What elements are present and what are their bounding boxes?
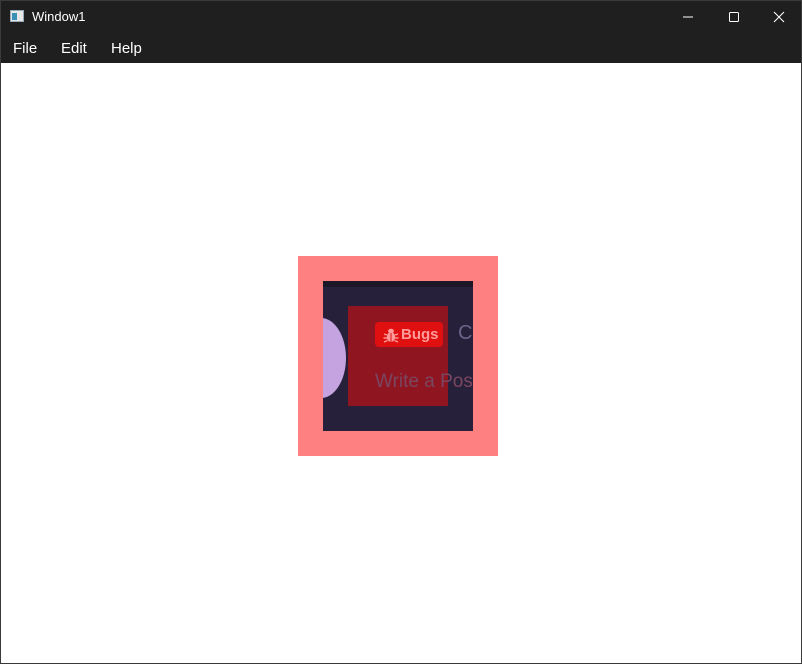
clipped-heading-text: C [458, 322, 473, 344]
post-card-viewport: Bugs C Write a Pos [323, 281, 473, 431]
window-content: Bugs C Write a Pos [1, 63, 801, 663]
maximize-icon [729, 12, 739, 22]
badge-label: Bugs [401, 326, 439, 343]
window-title: Window1 [32, 9, 86, 24]
bugs-category-badge[interactable]: Bugs [375, 322, 443, 347]
viewport-top-strip [323, 281, 473, 287]
app-window-icon [10, 10, 24, 22]
bug-icon [383, 328, 399, 343]
menu-bar: File Edit Help [1, 32, 801, 63]
avatar[interactable] [323, 318, 346, 398]
debug-highlight-frame: Bugs C Write a Pos [298, 256, 498, 456]
menu-help[interactable]: Help [111, 41, 142, 57]
menu-file[interactable]: File [13, 41, 37, 57]
title-bar[interactable]: Window1 [1, 1, 801, 32]
maximize-button[interactable] [711, 1, 757, 32]
close-button[interactable] [756, 1, 802, 32]
app-window: Window1 File Edit Help Bugs C Write a Po… [0, 0, 802, 664]
menu-edit[interactable]: Edit [61, 41, 87, 57]
minimize-button[interactable] [665, 1, 711, 32]
minimize-icon [683, 16, 693, 18]
close-icon [773, 11, 785, 23]
write-post-input[interactable]: Write a Pos [375, 371, 473, 392]
